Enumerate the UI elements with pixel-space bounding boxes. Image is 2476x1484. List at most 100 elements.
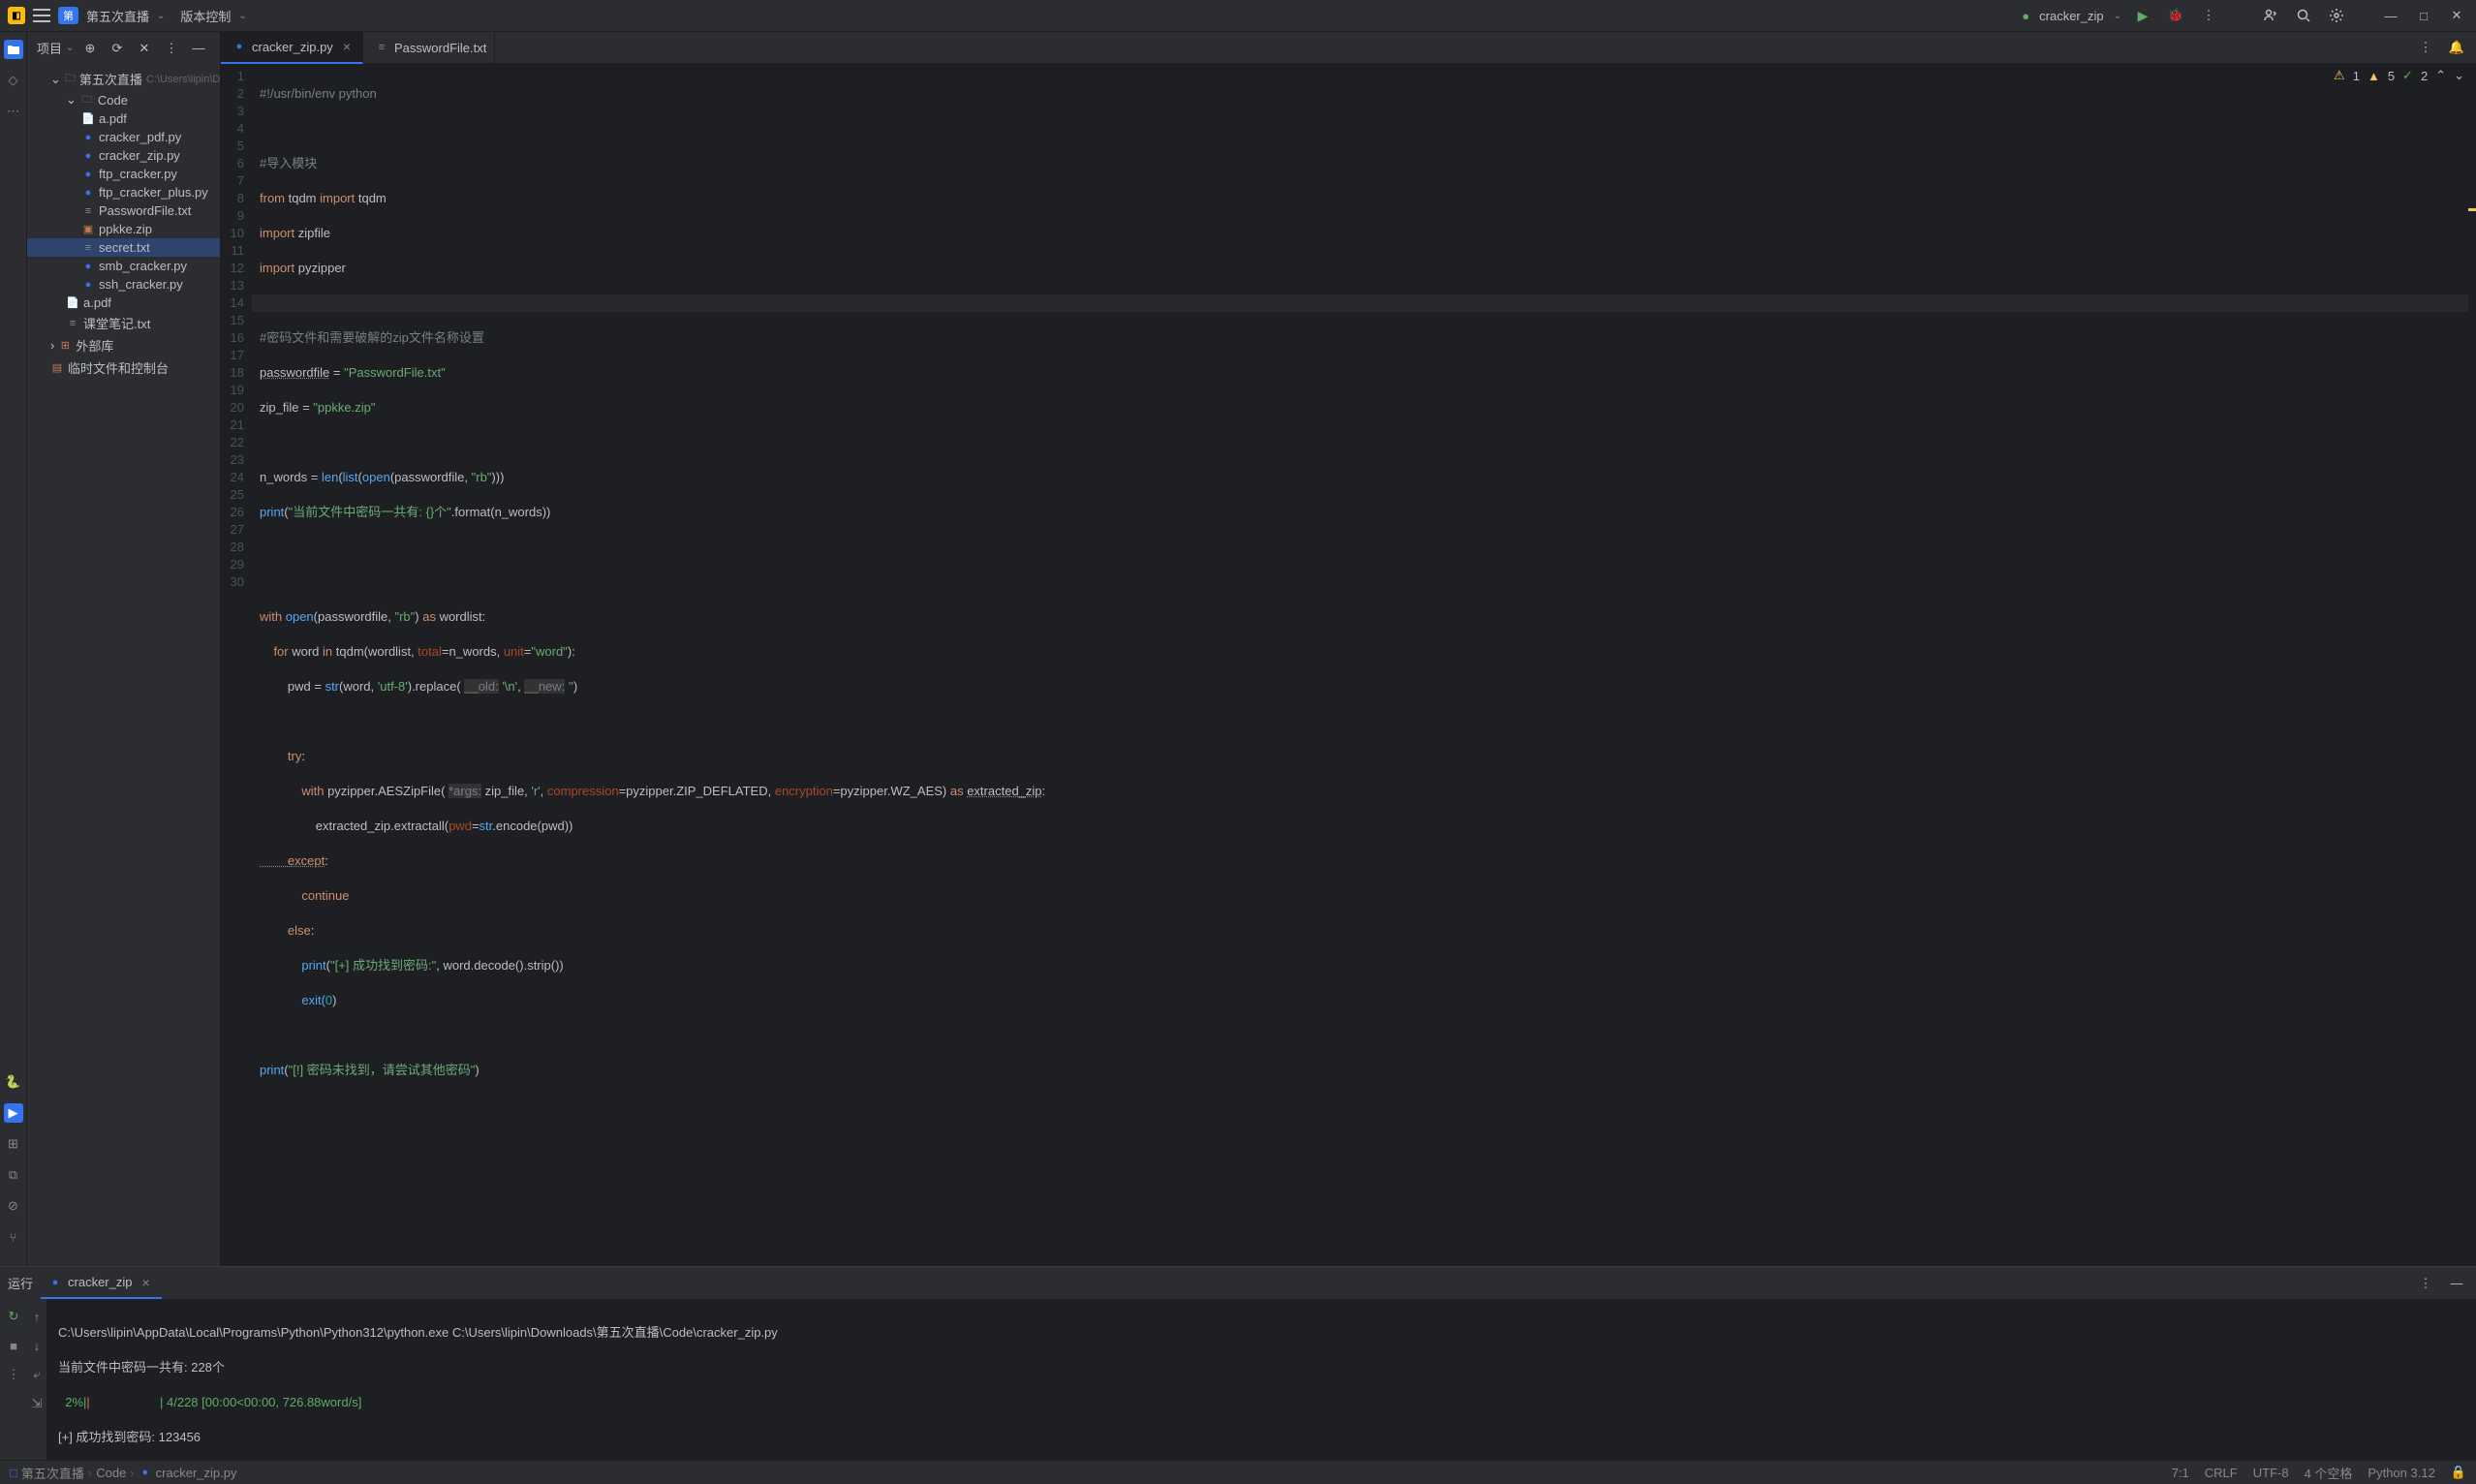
pdf-icon: 📄 — [81, 112, 95, 126]
python-icon: ● — [81, 131, 95, 144]
run-label: 运行 — [8, 1274, 33, 1292]
code-with-me-icon[interactable] — [2259, 4, 2282, 27]
structure-tool-button[interactable]: ◇ — [4, 71, 23, 90]
tree-file-selected[interactable]: ≡ secret.txt — [27, 238, 220, 257]
services-tool-button[interactable]: ⊞ — [4, 1134, 23, 1154]
search-icon[interactable] — [2292, 4, 2315, 27]
tree-external-libs[interactable]: ›⊞外部库 — [27, 334, 220, 356]
tree-folder-code[interactable]: ⌄ 🗀 Code — [27, 90, 220, 109]
run-button[interactable]: ▶ — [2131, 4, 2154, 27]
collapse-icon[interactable]: ✕ — [133, 37, 156, 60]
chevron-down-icon: ⌄ — [2114, 11, 2121, 21]
indent[interactable]: 4 个空格 — [2305, 1464, 2353, 1482]
error-stripe[interactable] — [2468, 64, 2476, 1266]
breadcrumb-item[interactable]: Code — [96, 1466, 126, 1480]
locate-icon[interactable]: ⊕ — [78, 37, 102, 60]
lock-icon[interactable]: 🔒 — [2451, 1465, 2466, 1480]
tree-file[interactable]: 📄a.pdf — [27, 109, 220, 128]
run-config-tab[interactable]: ● cracker_zip × — [41, 1267, 162, 1299]
up-icon[interactable]: ↑ — [27, 1307, 46, 1326]
main-menu-button[interactable] — [33, 9, 50, 22]
code-editor[interactable]: #!/usr/bin/env python #导入模块 from tqdm im… — [252, 64, 2468, 1266]
refresh-icon[interactable]: ⟳ — [106, 37, 129, 60]
project-tool-button[interactable] — [4, 40, 23, 59]
close-button[interactable]: ✕ — [2445, 4, 2468, 27]
project-sidebar: 项目 ⌄ ⊕ ⟳ ✕ ⋮ — ⌄ 🗀 第五次直播 C:\Users\lipin\… — [27, 32, 221, 1266]
project-badge[interactable]: 第 — [58, 7, 78, 24]
tree-file[interactable]: 📄 a.pdf — [27, 294, 220, 312]
python-icon: ● — [81, 168, 95, 181]
tree-root[interactable]: ⌄ 🗀 第五次直播 C:\Users\lipin\Dow — [27, 68, 220, 90]
chevron-down-icon[interactable]: ⌄ — [66, 43, 74, 53]
down-icon[interactable]: ↓ — [27, 1336, 46, 1355]
tree-file[interactable]: ●ssh_cracker.py — [27, 275, 220, 294]
text-icon: ≡ — [81, 204, 95, 218]
tree-file[interactable]: ● ftp_cracker.py — [27, 165, 220, 183]
vcs-tool-button[interactable]: ⑂ — [4, 1227, 23, 1247]
run-tool-button[interactable]: ▶ — [4, 1103, 23, 1123]
tree-file[interactable]: ●cracker_pdf.py — [27, 128, 220, 146]
chevron-down-icon: ⌄ — [66, 92, 77, 108]
tab-cracker-zip[interactable]: ● cracker_zip.py × — [221, 32, 363, 64]
interpreter[interactable]: Python 3.12 — [2368, 1466, 2434, 1480]
tree-path: C:\Users\lipin\Dow — [146, 74, 220, 85]
cursor-position[interactable]: 7:1 — [2172, 1466, 2189, 1480]
terminal-tool-button[interactable]: ⧉ — [4, 1165, 23, 1185]
tree-label: secret.txt — [99, 240, 150, 255]
minimize-button[interactable]: — — [2379, 4, 2402, 27]
more-icon[interactable]: ⋮ — [160, 37, 183, 60]
encoding[interactable]: UTF-8 — [2253, 1466, 2289, 1480]
tree-file[interactable]: ●smb_cracker.py — [27, 257, 220, 275]
hide-icon[interactable]: — — [187, 37, 210, 60]
close-icon[interactable]: × — [138, 1275, 153, 1290]
tab-label: cracker_zip.py — [252, 40, 333, 54]
scroll-icon[interactable]: ⇲ — [27, 1394, 46, 1413]
close-icon[interactable]: × — [339, 39, 355, 54]
inspection-widget[interactable]: ⚠1 ▲5 ✓2 ⌃ ⌄ — [2334, 68, 2464, 83]
run-config-name[interactable]: cracker_zip — [2039, 9, 2103, 23]
project-name[interactable]: 第五次直播 — [86, 7, 149, 25]
tree-scratches[interactable]: ▤临时文件和控制台 — [27, 356, 220, 379]
text-icon: ≡ — [81, 241, 95, 255]
tree-file[interactable]: ≡课堂笔记.txt — [27, 312, 220, 334]
rerun-button[interactable]: ↻ — [4, 1307, 23, 1326]
more-icon[interactable]: ⋮ — [2414, 1272, 2437, 1295]
chevron-up-icon[interactable]: ⌃ — [2435, 68, 2446, 83]
tree-label: 外部库 — [76, 336, 113, 355]
ide-logo: ◧ — [8, 7, 25, 24]
tree-file[interactable]: ≡PasswordFile.txt — [27, 201, 220, 220]
tree-label: 第五次直播 — [79, 70, 142, 88]
python-icon: ● — [81, 186, 95, 200]
tree-file[interactable]: ●ftp_cracker_plus.py — [27, 183, 220, 201]
more-button[interactable]: ⋮ — [2197, 4, 2220, 27]
tree-file[interactable]: ●cracker_zip.py — [27, 146, 220, 165]
maximize-button[interactable]: □ — [2412, 4, 2435, 27]
hide-icon[interactable]: — — [2445, 1272, 2468, 1295]
tree-label: ftp_cracker.py — [99, 167, 177, 181]
breadcrumb-item[interactable]: cracker_zip.py — [156, 1466, 237, 1480]
tree-label: a.pdf — [83, 295, 111, 310]
settings-icon[interactable] — [2325, 4, 2348, 27]
folder-icon: 🗀 — [80, 93, 94, 107]
stop-button[interactable]: ■ — [4, 1336, 23, 1355]
notifications-icon[interactable]: 🔔 — [2445, 36, 2468, 59]
line-separator[interactable]: CRLF — [2205, 1466, 2238, 1480]
tabs-more-icon[interactable]: ⋮ — [2414, 36, 2437, 59]
vcs-label[interactable]: 版本控制 — [180, 7, 231, 25]
more-icon[interactable]: ⋮ — [4, 1365, 23, 1384]
wrap-icon[interactable]: ⤶ — [27, 1365, 46, 1384]
tab-passwordfile[interactable]: ≡ PasswordFile.txt — [363, 32, 495, 64]
problems-tool-button[interactable]: ⊘ — [4, 1196, 23, 1216]
chevron-down-icon[interactable]: ⌄ — [2454, 68, 2464, 83]
run-indicator-icon: ● — [2022, 9, 2029, 23]
text-icon: ≡ — [375, 41, 388, 54]
debug-button[interactable]: 🐞 — [2164, 4, 2187, 27]
console-output[interactable]: C:\Users\lipin\AppData\Local\Programs\Py… — [46, 1299, 2476, 1460]
more-tool-button[interactable]: ⋯ — [4, 102, 23, 121]
tree-label: 临时文件和控制台 — [68, 358, 169, 377]
breadcrumb-item[interactable]: 第五次直播 — [21, 1464, 84, 1482]
statusbar: □ 第五次直播 › Code › ● cracker_zip.py 7:1 CR… — [0, 1460, 2476, 1484]
python-console-button[interactable]: 🐍 — [4, 1072, 23, 1092]
tree-file[interactable]: ▣ppkke.zip — [27, 220, 220, 238]
pdf-icon: 📄 — [66, 296, 79, 310]
